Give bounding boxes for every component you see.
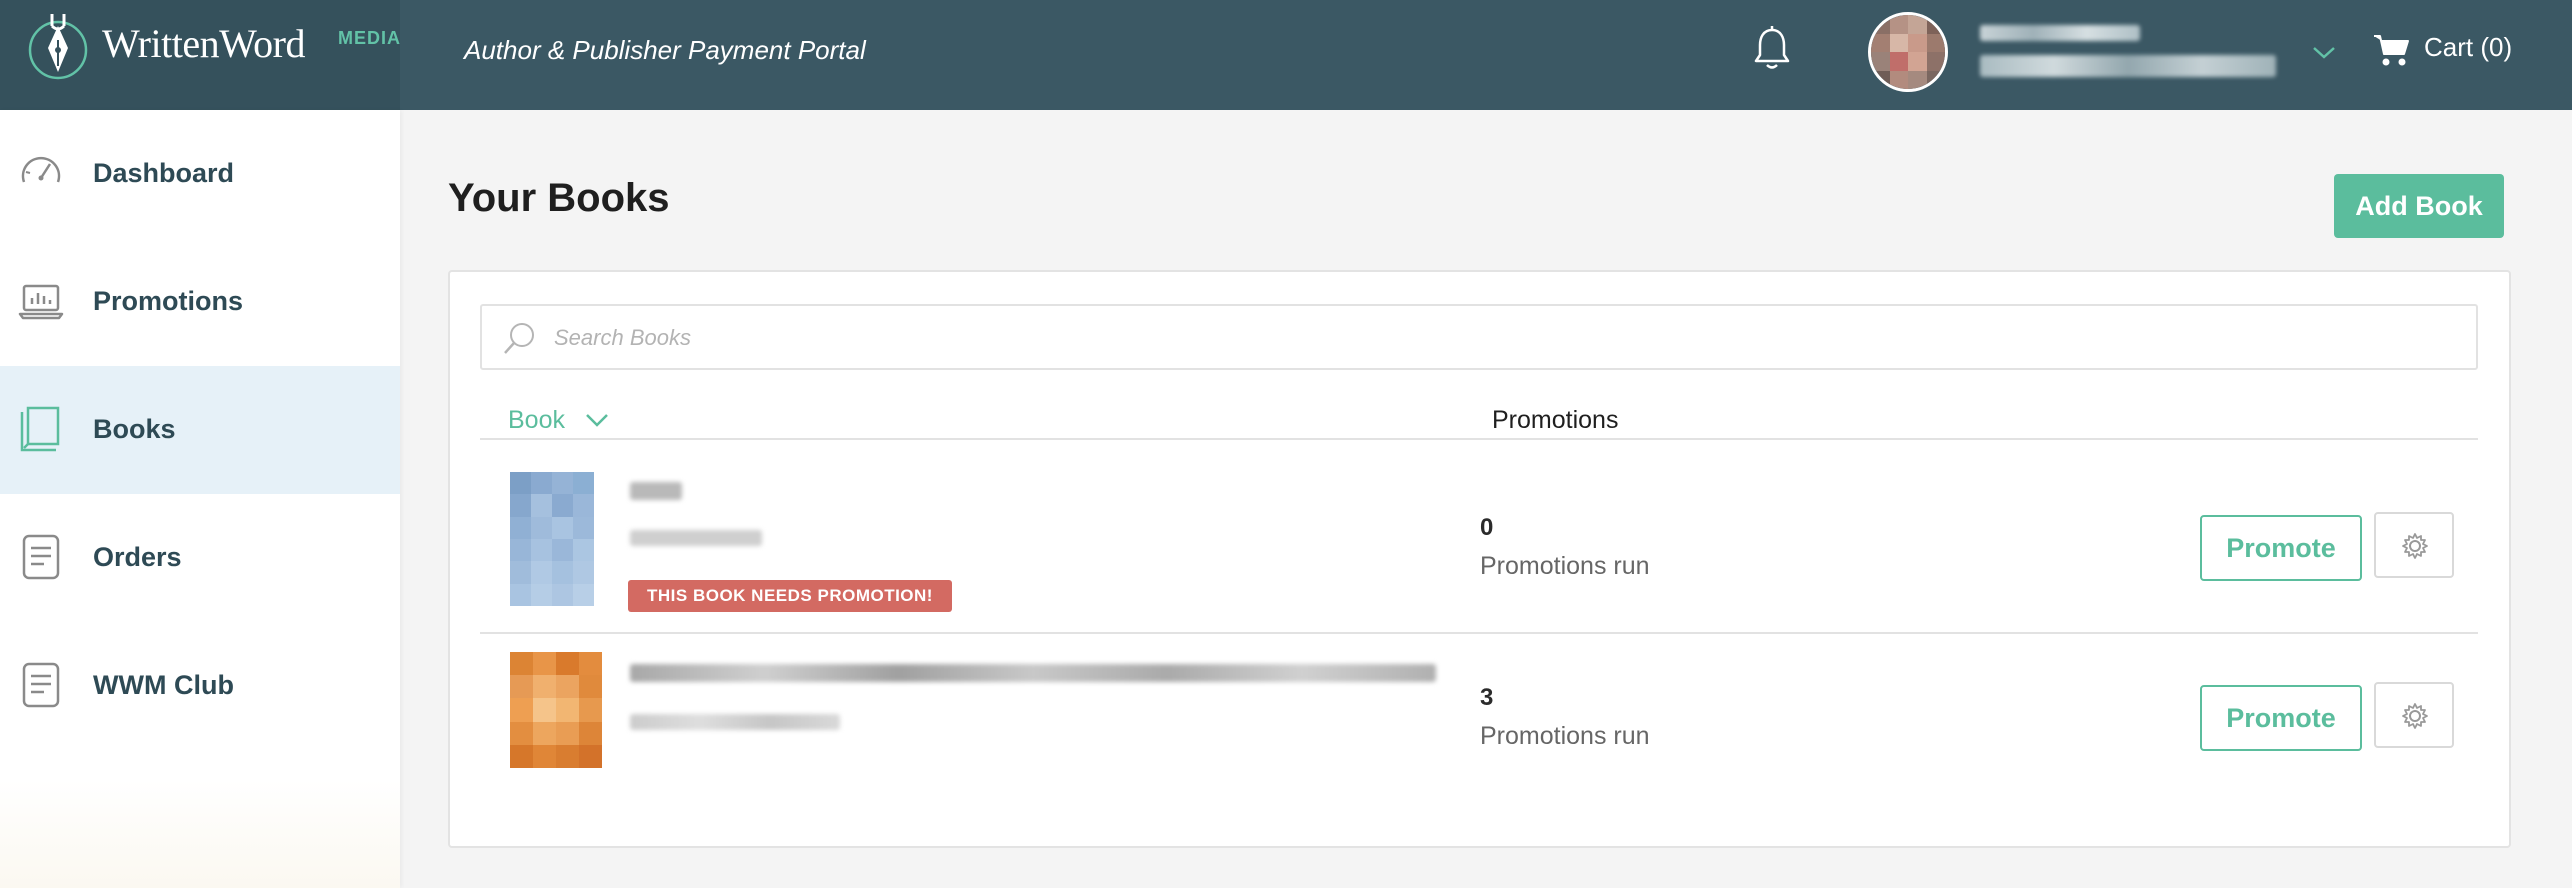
- column-header-book[interactable]: Book: [508, 406, 565, 435]
- book-title-redacted: [630, 482, 682, 500]
- search-icon: [504, 323, 534, 354]
- portal-title: Author & Publisher Payment Portal: [464, 35, 866, 65]
- search-input[interactable]: [554, 320, 2434, 356]
- promotions-count: 3: [1480, 684, 1494, 711]
- logo-wordmark: WrittenWord: [102, 21, 305, 66]
- cart-icon[interactable]: [2372, 32, 2410, 68]
- document-icon: [22, 534, 60, 580]
- gear-icon: [2402, 703, 2428, 729]
- book-settings-button[interactable]: [2374, 682, 2454, 748]
- column-header-promotions: Promotions: [1492, 406, 1619, 434]
- sidebar-item-dashboard[interactable]: Dashboard: [0, 110, 400, 238]
- sidebar-item-orders[interactable]: Orders: [0, 494, 400, 622]
- book-icon: [20, 406, 60, 452]
- gear-icon: [2402, 533, 2428, 559]
- book-cover-image[interactable]: [510, 472, 594, 606]
- divider: [480, 438, 2478, 440]
- book-cover-image[interactable]: [510, 652, 602, 768]
- sidebar-item-wwm-club[interactable]: WWM Club: [0, 622, 400, 750]
- search-box: [480, 304, 2478, 370]
- promote-button[interactable]: Promote: [2200, 685, 2362, 751]
- document-icon: [22, 662, 60, 708]
- pen-nib-logo-icon: [28, 14, 88, 80]
- sidebar-item-promotions[interactable]: Promotions: [0, 238, 400, 366]
- bell-icon[interactable]: [1752, 24, 1792, 72]
- logo[interactable]: WrittenWord MEDIA: [0, 0, 400, 110]
- laptop-chart-icon: [18, 284, 64, 320]
- top-bar: WrittenWord MEDIA Author & Publisher Pay…: [0, 0, 2572, 110]
- book-author-redacted: [630, 714, 840, 730]
- needs-promotion-badge: THIS BOOK NEEDS PROMOTION!: [628, 580, 952, 612]
- book-author-redacted: [630, 530, 762, 546]
- sidebar: Dashboard Promotions Books Orders WWM Cl…: [0, 110, 400, 888]
- promotions-run-label: Promotions run: [1480, 722, 1650, 750]
- page-title: Your Books: [448, 176, 670, 220]
- chevron-down-icon[interactable]: [584, 410, 610, 430]
- sidebar-item-label: Orders: [93, 542, 182, 572]
- sidebar-item-label: Promotions: [93, 286, 244, 316]
- sidebar-item-label: WWM Club: [93, 670, 234, 700]
- book-title-redacted: [630, 664, 1436, 682]
- avatar[interactable]: [1868, 12, 1948, 92]
- divider: [480, 632, 2478, 634]
- speedometer-icon: [21, 156, 61, 183]
- add-book-button[interactable]: Add Book: [2334, 174, 2504, 238]
- sidebar-item-books[interactable]: Books: [0, 366, 400, 494]
- cart-link[interactable]: Cart (0): [2424, 32, 2512, 63]
- sidebar-item-label: Dashboard: [93, 158, 235, 188]
- sidebar-item-label: Books: [93, 414, 176, 444]
- promotions-count: 0: [1480, 514, 1494, 541]
- logo-media-label: MEDIA: [338, 28, 401, 48]
- user-name-redacted: [1980, 25, 2140, 41]
- user-email-redacted: [1980, 55, 2276, 77]
- promote-button[interactable]: Promote: [2200, 515, 2362, 581]
- sidebar-footer: [0, 780, 400, 888]
- book-settings-button[interactable]: [2374, 512, 2454, 578]
- chevron-down-icon[interactable]: [2310, 42, 2338, 62]
- promotions-run-label: Promotions run: [1480, 552, 1650, 580]
